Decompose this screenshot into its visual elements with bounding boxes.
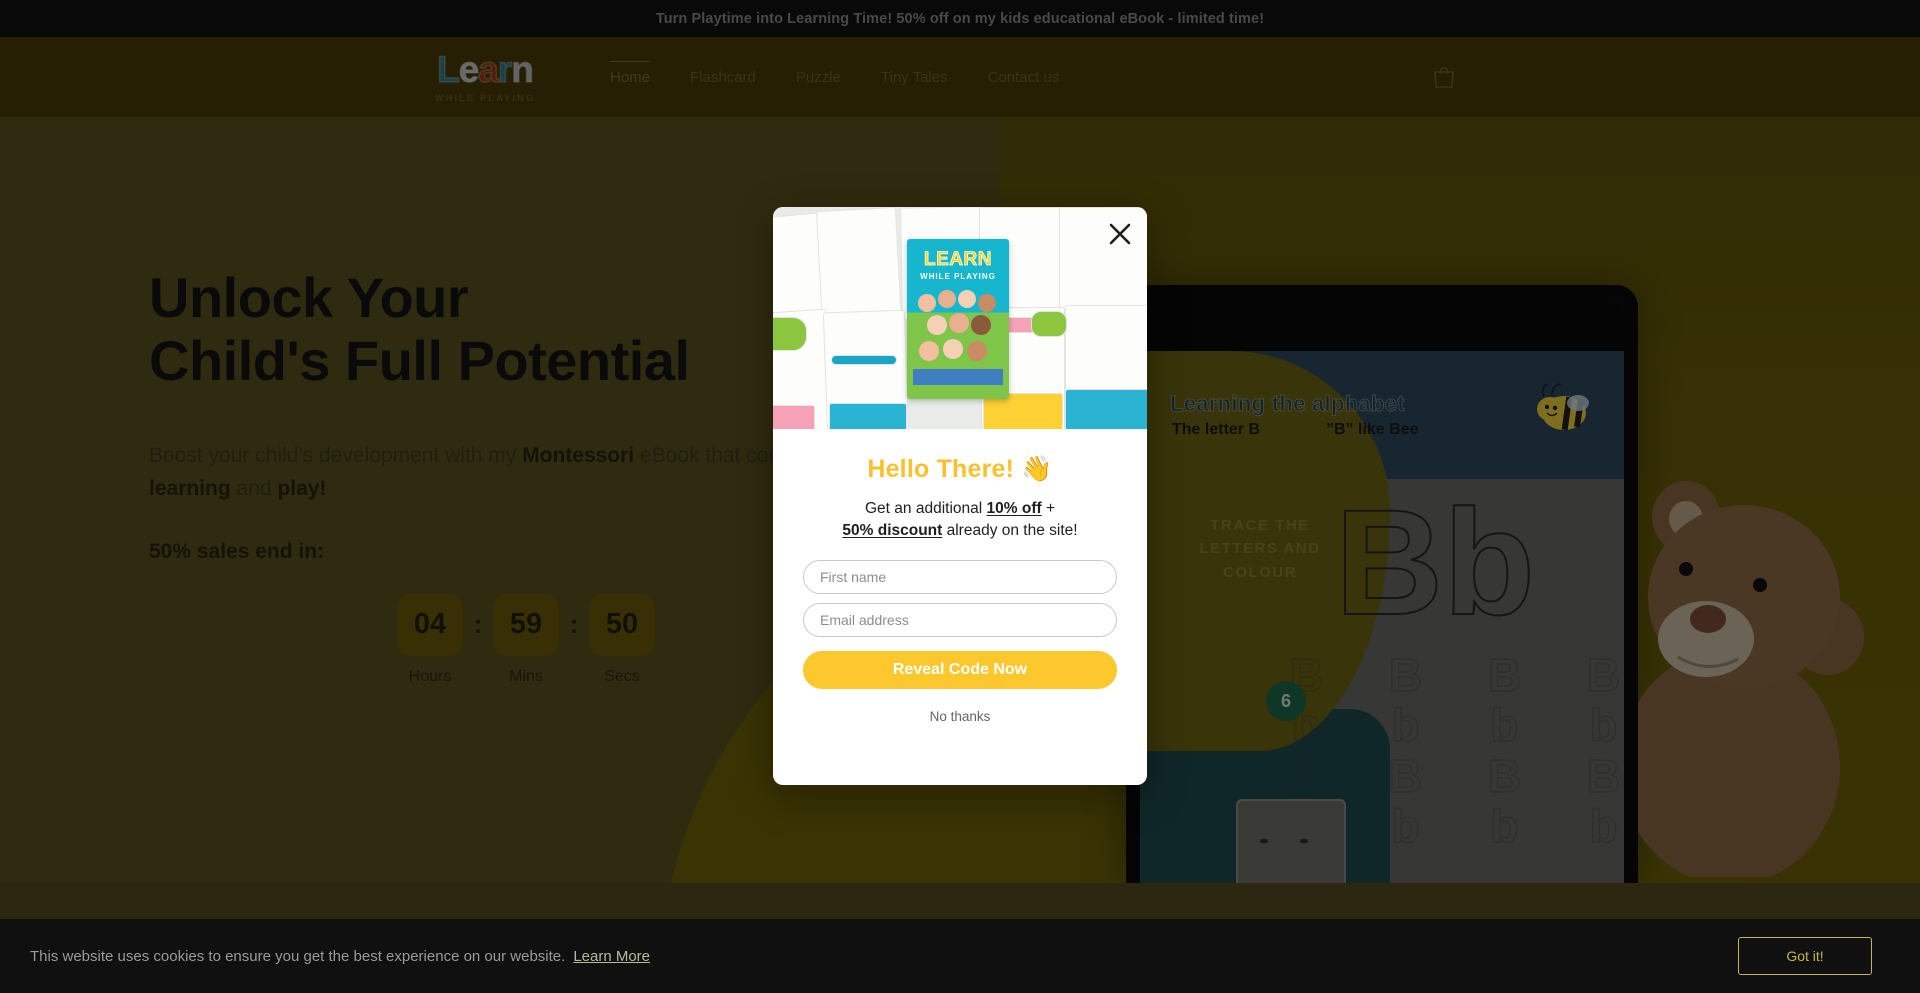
ebook-cover-title: LEARN	[924, 249, 992, 271]
modal-subtitle-line1-pre: Get an additional	[865, 500, 987, 517]
newsletter-modal: LEARN WHILE PLAYING Hello There! 👋 Get a…	[773, 207, 1147, 785]
modal-subtitle: Get an additional 10% off + 50% discount…	[803, 498, 1117, 542]
cookie-accept-button[interactable]: Got it!	[1738, 937, 1872, 975]
email-field[interactable]	[803, 603, 1117, 637]
kids-illustration-icon	[913, 290, 1003, 385]
no-thanks-button[interactable]: No thanks	[930, 709, 991, 724]
modal-subtitle-offer-50: 50% discount	[842, 522, 943, 539]
ebook-cover: LEARN WHILE PLAYING	[907, 239, 1009, 399]
ebook-cover-subtitle: WHILE PLAYING	[920, 272, 996, 281]
worksheet-accent	[1065, 389, 1147, 429]
worksheet-accent	[1031, 311, 1067, 337]
modal-subtitle-offer-10: 10% off	[986, 500, 1042, 517]
modal-body: Hello There! 👋 Get an additional 10% off…	[773, 429, 1147, 724]
cookie-banner: This website uses cookies to ensure you …	[0, 919, 1920, 993]
close-icon[interactable]	[1107, 221, 1133, 247]
cookie-text: This website uses cookies to ensure you …	[30, 947, 566, 965]
page-root: Turn Playtime into Learning Time! 50% of…	[0, 0, 1920, 993]
worksheet-accent	[829, 403, 907, 429]
worksheet-accent	[773, 405, 815, 429]
cookie-learn-more-link[interactable]: Learn More	[573, 948, 650, 965]
worksheet-accent	[831, 355, 897, 365]
modal-title: Hello There! 👋	[867, 455, 1053, 483]
first-name-field[interactable]	[803, 560, 1117, 594]
modal-subtitle-line2-post: already on the site!	[942, 522, 1078, 539]
reveal-code-button[interactable]: Reveal Code Now	[803, 651, 1117, 689]
modal-subtitle-line1-post: +	[1041, 500, 1055, 517]
worksheet-accent	[773, 317, 807, 351]
modal-hero-image: LEARN WHILE PLAYING	[773, 207, 1147, 429]
